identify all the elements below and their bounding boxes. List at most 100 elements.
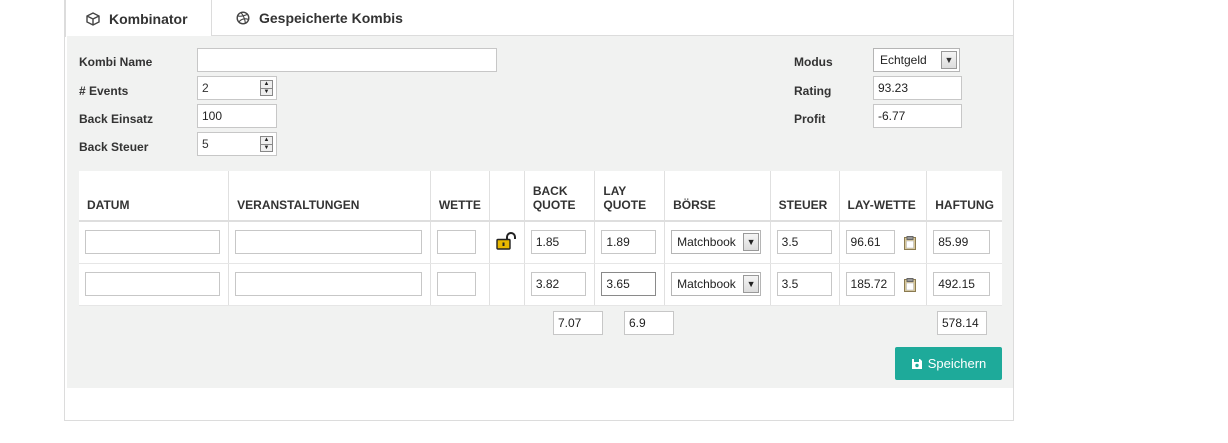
cell-lock [488,221,525,264]
back-quote-input[interactable]: 3.82 [530,272,586,296]
wette-input[interactable] [436,272,476,296]
cell-lay-quote: 1.89 [594,221,665,264]
boerse-select[interactable]: Matchbook ▼ [671,272,762,296]
cell-lay-quote: 3.65 [594,263,665,306]
col-lay-wette: LAY-WETTE [838,171,927,222]
boerse-select[interactable]: Matchbook ▼ [671,230,762,255]
back-steuer-value: 5 [202,137,209,151]
tab-kombinator[interactable]: Kombinator [65,0,212,37]
profit-input[interactable]: -6.77 [873,104,962,128]
haftung-input[interactable]: 85.99 [933,230,991,255]
cell-boerse: Matchbook ▼ [664,263,771,306]
col-lock [488,171,525,222]
modus-value: Echtgeld [880,53,927,67]
lay-quote-input[interactable]: 3.65 [601,272,657,296]
col-wette: WETTE [429,171,490,222]
col-back-quote-line1: BACK [532,184,568,198]
kombinator-panel: Kombi Name # Events 2 ▲ ▼ Back Einsatz 10… [67,36,1013,388]
rating-input[interactable]: 93.23 [873,76,962,100]
kombinator-container: Kombinator Gespeicherte Kombis Kombi Nam… [64,0,1014,421]
arrow-up-icon[interactable]: ▲ [261,137,272,144]
modus-select[interactable]: Echtgeld ▼ [873,48,960,72]
cell-back-quote: 1.85 [523,221,595,264]
total-back-quote: 7.07 [553,311,603,335]
cell-lay-wette: 185.72 [838,263,927,306]
cell-lay-wette: 96.61 [838,221,927,264]
cell-datum [79,221,229,264]
col-back-quote: BACK QUOTE [523,171,595,222]
chevron-down-icon[interactable]: ▼ [941,51,957,69]
datum-input[interactable] [85,272,220,296]
tab-gespeicherte-kombis-label: Gespeicherte Kombis [259,10,403,26]
tab-gespeicherte-kombis[interactable]: Gespeicherte Kombis [236,0,403,36]
col-back-quote-line2: QUOTE [532,198,576,212]
steuer-input[interactable]: 3.5 [776,272,832,296]
bets-table: DATUM VERANSTALTUNGEN WETTE BACK QUOTE LA… [79,171,1002,306]
back-steuer-stepper[interactable]: 5 ▲ ▼ [197,132,277,156]
cube-icon [86,11,100,26]
col-datum: DATUM [79,171,229,222]
back-einsatz-label: Back Einsatz [79,112,154,126]
tab-kombinator-label: Kombinator [109,10,188,27]
col-boerse: BÖRSE [664,171,771,222]
wette-input[interactable] [436,230,476,255]
total-haftung: 578.14 [937,311,987,335]
modus-label: Modus [794,55,833,69]
cell-veranstaltung [228,263,431,306]
col-steuer: STEUER [769,171,840,222]
kombi-name-label: Kombi Name [79,55,153,69]
dribbble-icon [236,11,250,25]
events-stepper-arrows[interactable]: ▲ ▼ [260,80,273,96]
cell-back-quote: 3.82 [523,263,595,306]
lay-wette-input[interactable]: 96.61 [845,230,895,255]
lay-wette-input[interactable]: 185.72 [845,272,895,296]
back-steuer-stepper-arrows[interactable]: ▲ ▼ [260,136,273,152]
datum-input[interactable] [85,230,220,255]
steuer-input[interactable]: 3.5 [776,230,832,255]
back-steuer-label: Back Steuer [79,140,149,154]
haftung-input[interactable]: 492.15 [933,272,991,296]
cell-steuer: 3.5 [769,263,840,306]
veranstaltung-input[interactable] [235,230,423,255]
back-einsatz-input[interactable]: 100 [197,104,277,128]
rating-label: Rating [794,84,832,98]
cell-haftung: 492.15 [926,263,1002,306]
kombi-name-input[interactable] [197,48,497,72]
col-lay-quote-line1: LAY [603,184,627,198]
table-row: 3.82 3.65 Matchbook ▼ 3.5 185.72 492.15 [79,263,1002,306]
cell-datum [79,263,229,306]
save-button-label: Speichern [927,356,987,371]
chevron-down-icon[interactable]: ▼ [743,233,760,252]
arrow-down-icon[interactable]: ▼ [261,88,272,95]
clipboard-icon[interactable] [904,277,917,292]
veranstaltung-input[interactable] [235,272,423,296]
lay-quote-input[interactable]: 1.89 [601,230,657,255]
back-quote-input[interactable]: 1.85 [530,230,586,255]
arrow-down-icon[interactable]: ▼ [261,144,272,151]
col-lay-quote-line2: QUOTE [603,198,647,212]
save-button[interactable]: Speichern [895,347,1002,380]
cell-veranstaltung [228,221,431,264]
cell-lock [488,263,525,306]
total-lay-quote: 6.9 [624,311,674,335]
table-header-row: DATUM VERANSTALTUNGEN WETTE BACK QUOTE LA… [79,171,1002,222]
boerse-value: Matchbook [677,235,736,250]
cell-steuer: 3.5 [769,221,840,264]
col-veranstaltungen: VERANSTALTUNGEN [228,171,431,222]
boerse-value: Matchbook [677,277,736,291]
clipboard-icon[interactable] [904,236,917,250]
floppy-disk-icon [911,358,923,370]
col-lay-quote: LAY QUOTE [594,171,665,222]
cell-haftung: 85.99 [926,221,1002,264]
profit-label: Profit [794,112,826,126]
chevron-down-icon[interactable]: ▼ [743,275,760,293]
unlock-icon[interactable] [496,231,518,250]
cell-wette [429,221,490,264]
cell-wette [429,263,490,306]
arrow-up-icon[interactable]: ▲ [261,81,272,88]
events-stepper[interactable]: 2 ▲ ▼ [197,76,277,100]
events-value: 2 [202,81,209,95]
table-row: 1.85 1.89 Matchbook ▼ 3.5 96.61 85.99 [79,221,1002,264]
cell-boerse: Matchbook ▼ [664,221,771,264]
tab-bar: Kombinator Gespeicherte Kombis [65,0,1013,37]
